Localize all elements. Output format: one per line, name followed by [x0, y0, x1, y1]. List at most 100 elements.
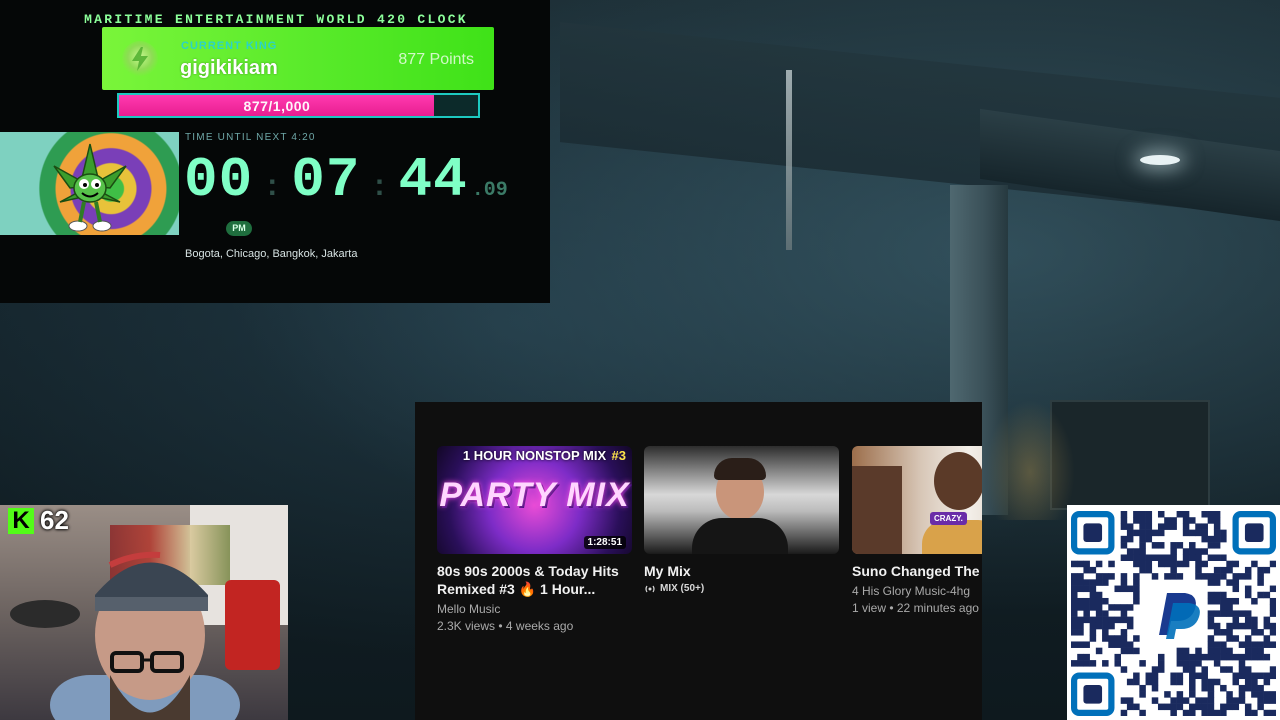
qr-module — [1220, 573, 1227, 580]
video-channel[interactable]: Mello Music — [437, 601, 632, 618]
qr-module — [1182, 660, 1190, 667]
video-card[interactable]: My Mix MIX (50+) — [644, 446, 839, 594]
qr-module — [1213, 554, 1221, 561]
qr-module — [1108, 622, 1115, 630]
qr-module — [1220, 629, 1227, 636]
qr-module — [1176, 560, 1184, 568]
qr-module — [1077, 641, 1084, 648]
qr-module — [1244, 653, 1252, 661]
qr-module — [1170, 523, 1177, 530]
qr-module — [1083, 660, 1090, 667]
paypal-qr-code[interactable] — [1067, 505, 1280, 720]
qr-module — [1213, 653, 1221, 661]
qr-module — [1263, 691, 1271, 698]
qr-module — [1189, 542, 1196, 549]
countdown-seconds: 44 — [398, 148, 468, 212]
video-thumbnail[interactable] — [644, 446, 839, 554]
qr-module — [1126, 641, 1134, 648]
qr-module — [1201, 672, 1208, 680]
qr-module — [1220, 653, 1227, 661]
qr-module — [1238, 666, 1246, 673]
qr-module — [1189, 529, 1196, 537]
qr-module — [1213, 511, 1221, 518]
qr-module — [1083, 597, 1090, 605]
qr-module — [1232, 573, 1240, 580]
qr-module — [1201, 573, 1208, 580]
qr-module — [1207, 709, 1215, 716]
qr-module — [1257, 579, 1264, 586]
qr-module — [1120, 616, 1128, 624]
qr-module — [1151, 529, 1159, 537]
qr-module — [1257, 653, 1264, 661]
qr-module — [1220, 591, 1227, 599]
qr-module — [1238, 653, 1246, 661]
qr-module — [1139, 554, 1146, 561]
qr-module — [1114, 653, 1121, 661]
qr-module — [1251, 678, 1258, 686]
qr-module — [1139, 517, 1146, 524]
video-title[interactable]: 80s 90s 2000s & Today Hits Remixed #3 🔥 … — [437, 562, 632, 598]
qr-module — [1238, 684, 1246, 692]
qr-module — [1238, 573, 1246, 580]
qr-module — [1120, 666, 1128, 673]
qr-module — [1139, 560, 1146, 568]
qr-module — [1145, 566, 1153, 574]
qr-module — [1157, 660, 1165, 667]
qr-module — [1126, 703, 1134, 711]
video-title[interactable]: Suno Changed The C — [852, 562, 982, 580]
qr-module — [1126, 535, 1134, 543]
progress-text: 877/1,000 — [243, 98, 311, 114]
qr-module — [1269, 622, 1276, 630]
qr-module — [1108, 560, 1115, 568]
qr-module — [1213, 529, 1221, 537]
qr-module — [1189, 709, 1196, 716]
qr-module — [1182, 666, 1190, 673]
qr-module — [1195, 573, 1202, 580]
qr-module — [1139, 511, 1146, 518]
video-card[interactable]: 1 HOUR NONSTOP MIX #3 PARTY MIX 1:28:51 … — [437, 446, 632, 635]
qr-module — [1102, 635, 1109, 642]
qr-module — [1089, 622, 1097, 630]
qr-module — [1232, 560, 1240, 568]
qr-module — [1145, 535, 1153, 543]
qr-module — [1095, 591, 1103, 599]
video-title[interactable]: My Mix — [644, 562, 839, 580]
qr-module — [1151, 678, 1159, 686]
qr-module — [1114, 641, 1121, 648]
qr-module — [1170, 560, 1177, 568]
qr-module — [1220, 641, 1227, 648]
qr-module — [1195, 672, 1202, 680]
person-shirt — [692, 518, 788, 554]
qr-module — [1207, 591, 1215, 599]
qr-module — [1195, 660, 1202, 667]
video-channel[interactable]: 4 His Glory Music-4hg — [852, 583, 982, 600]
qr-module — [1071, 610, 1078, 617]
qr-module — [1095, 610, 1103, 617]
qr-module — [1213, 641, 1221, 648]
qr-module — [1226, 703, 1233, 711]
qr-module — [1269, 585, 1276, 593]
qr-module — [1164, 554, 1171, 561]
video-thumbnail[interactable]: CRAZY. — [852, 446, 982, 554]
qr-module — [1176, 511, 1184, 518]
qr-module — [1176, 653, 1184, 661]
qr-module — [1220, 597, 1227, 605]
video-card[interactable]: CRAZY. Suno Changed The C 4 His Glory Mu… — [852, 446, 982, 617]
qr-module — [1133, 678, 1140, 686]
qr-module — [1083, 560, 1090, 568]
qr-module — [1157, 666, 1165, 673]
qr-module — [1077, 597, 1084, 605]
countdown-separator: : — [263, 171, 282, 205]
meridiem-badge: PM — [226, 221, 252, 236]
qr-module — [1071, 579, 1078, 586]
video-thumbnail[interactable]: 1 HOUR NONSTOP MIX #3 PARTY MIX 1:28:51 — [437, 446, 632, 554]
qr-module — [1213, 597, 1221, 605]
qr-code-graphic — [1071, 511, 1276, 716]
qr-module — [1257, 641, 1264, 648]
qr-module — [1077, 604, 1084, 611]
qr-module — [1226, 629, 1233, 636]
qr-module — [1071, 604, 1078, 611]
qr-module — [1114, 635, 1121, 642]
plant — [985, 400, 1075, 520]
qr-module — [1201, 684, 1208, 692]
